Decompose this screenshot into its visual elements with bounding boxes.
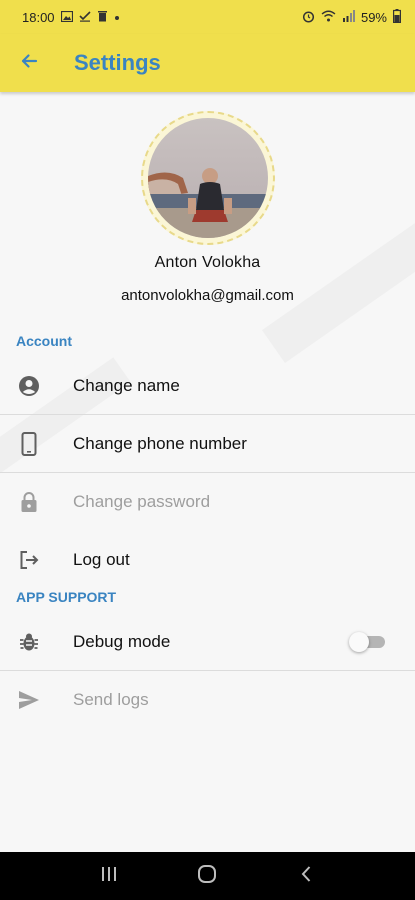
status-left: 18:00 — [22, 10, 120, 25]
avatar[interactable] — [141, 111, 275, 245]
home-button[interactable] — [187, 856, 227, 896]
lock-icon — [17, 490, 41, 514]
logout-icon — [17, 548, 41, 572]
app-bar: Settings — [0, 34, 415, 92]
bug-icon — [17, 630, 41, 654]
status-time: 18:00 — [22, 9, 55, 25]
gallery-icon — [60, 10, 73, 24]
nav-back-button[interactable] — [286, 856, 326, 896]
dot-icon — [114, 11, 120, 23]
section-header-account: Account — [16, 333, 72, 349]
toggle-thumb — [349, 632, 369, 652]
background-shape — [262, 181, 415, 363]
signal-icon — [342, 10, 355, 24]
settings-content[interactable]: Anton Volokha antonvolokha@gmail.com Acc… — [0, 92, 415, 852]
recents-button[interactable] — [89, 856, 129, 896]
debug-mode-item[interactable]: Debug mode — [0, 613, 415, 671]
trash-icon — [97, 10, 108, 24]
back-icon — [300, 865, 312, 888]
smartphone-icon — [17, 432, 41, 456]
user-name: Anton Volokha — [154, 254, 261, 271]
recents-icon — [100, 866, 118, 887]
system-nav-bar — [0, 852, 415, 900]
log-out-label: Log out — [73, 550, 130, 569]
send-logs-item: Send logs — [0, 671, 415, 729]
back-button[interactable] — [1, 34, 57, 92]
change-phone-number-item[interactable]: Change phone number — [0, 415, 415, 473]
arrow-left-icon — [19, 51, 39, 76]
alarm-icon — [302, 10, 315, 25]
log-out-item[interactable]: Log out — [0, 531, 415, 589]
battery-icon — [393, 9, 402, 25]
avatar-photo — [148, 118, 268, 238]
user-email: antonvolokha@gmail.com — [121, 287, 294, 304]
account-circle-icon — [17, 374, 41, 398]
home-icon — [197, 864, 217, 889]
check-download-icon — [78, 10, 91, 24]
section-header-app-support: APP SUPPORT — [16, 589, 117, 605]
status-bar: 18:00 59% — [0, 0, 415, 34]
change-name-label: Change name — [73, 376, 180, 395]
debug-mode-label: Debug mode — [73, 632, 171, 651]
send-icon — [17, 688, 41, 712]
debug-mode-toggle[interactable] — [349, 632, 385, 652]
status-right: 59% — [302, 9, 402, 25]
change-password-label: Change password — [73, 492, 211, 511]
battery-percent: 59% — [360, 9, 387, 25]
change-phone-number-label: Change phone number — [73, 434, 247, 453]
page-title: Settings — [74, 50, 161, 75]
change-name-item[interactable]: Change name — [0, 357, 415, 415]
wifi-icon — [321, 10, 336, 24]
send-logs-label: Send logs — [73, 690, 149, 709]
change-password-item: Change password — [0, 473, 415, 531]
